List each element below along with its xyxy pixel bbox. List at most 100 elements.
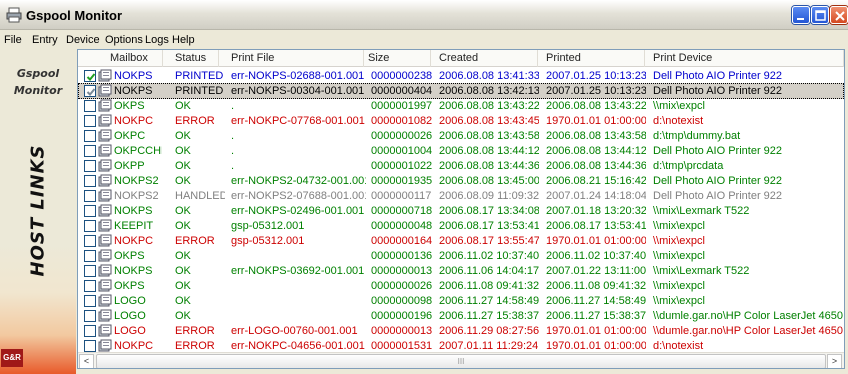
column-header-size[interactable]: Size — [364, 50, 431, 67]
row-checkbox[interactable] — [84, 160, 96, 172]
table-row[interactable]: OKPS OK. 0000001997 2006.08.08 13:43:22 2006… — [78, 98, 844, 114]
menu-entry[interactable]: Entry — [32, 34, 58, 46]
cell-size: 0000000718 — [371, 205, 433, 217]
cell-printed: 2006.08.21 15:16:42 — [546, 175, 646, 187]
brand-line-2: Monitor — [13, 84, 63, 97]
mailbox-icon — [98, 324, 112, 337]
cell-printed: 2006.08.08 13:44:36 — [546, 160, 646, 172]
column-header-created[interactable]: Created — [431, 50, 538, 67]
row-checkbox[interactable] — [84, 190, 96, 202]
cell-mailbox: NOKPS2 — [114, 175, 159, 187]
column-header-print-device[interactable]: Print Device — [645, 50, 844, 67]
row-checkbox[interactable] — [84, 250, 96, 262]
cell-printed: 2006.08.08 13:44:12 — [546, 145, 646, 157]
cell-mailbox: NOKPS2 — [114, 190, 159, 202]
row-checkbox[interactable] — [84, 265, 96, 277]
menu-logs[interactable]: Logs — [145, 34, 169, 46]
row-checkbox[interactable] — [84, 325, 96, 337]
row-checkbox[interactable] — [84, 130, 96, 142]
row-checkbox[interactable] — [84, 85, 96, 97]
cell-device: Dell Photo AIO Printer 922 — [653, 145, 783, 157]
table-row[interactable]: KEEPIT OK gsp-05312.001 0000000048 2006.08.1… — [78, 218, 844, 234]
menu-file[interactable]: File — [4, 34, 22, 46]
close-icon — [835, 11, 845, 21]
table-row[interactable]: OKPS OK 0000000136 2006.11.02 10:37:40 2006.… — [78, 248, 844, 264]
cell-device: Dell Photo AIO Printer 922 — [653, 190, 783, 202]
scroll-thumb[interactable]: III — [96, 354, 826, 368]
row-checkbox[interactable] — [84, 205, 96, 217]
minimize-button[interactable] — [792, 6, 810, 24]
mailbox-icon — [98, 174, 112, 187]
close-button[interactable] — [830, 6, 848, 24]
spool-list[interactable]: Mailbox Status Print File Size Created P… — [77, 49, 845, 369]
cell-file: gsp-05312.001 — [231, 235, 305, 247]
cell-file: err-NOKPS2-04732-001.001 — [231, 175, 366, 187]
cell-status: OK — [175, 205, 191, 217]
cell-mailbox: LOGO — [114, 325, 146, 337]
cell-size: 0000001004 — [371, 145, 433, 157]
checkmark-icon — [86, 73, 96, 81]
table-row[interactable]: OKPC OK. 0000000026 2006.08.08 13:43:58 2006… — [78, 128, 844, 144]
table-row[interactable]: LOGO ERROR err-LOGO-00760-001.001 000000001… — [78, 323, 844, 339]
row-checkbox[interactable] — [84, 295, 96, 307]
mailbox-icon — [98, 99, 112, 112]
scroll-left-button[interactable]: < — [79, 354, 94, 368]
table-row[interactable]: NOKPS OK err-NOKPS-03692-001.001 0000000013… — [78, 263, 844, 279]
cell-created: 2006.08.08 13:41:33 — [439, 70, 539, 82]
table-row[interactable]: OKPCCHK OK. 0000001004 2006.08.08 13:44:12 2… — [78, 143, 844, 159]
column-header-status[interactable]: Status — [163, 50, 219, 67]
table-row[interactable]: NOKPS PRINTED err-NOKPS-02688-001.001 00000… — [78, 68, 844, 84]
row-checkbox[interactable] — [84, 280, 96, 292]
table-row[interactable]: NOKPS2 OK err-NOKPS2-04732-001.001 00000019… — [78, 173, 844, 189]
menu-options[interactable]: Options — [105, 34, 143, 46]
row-checkbox[interactable] — [84, 100, 96, 112]
table-row[interactable]: NOKPC ERROR err-NOKPC-07768-001.001 0000001… — [78, 113, 844, 129]
cell-printed: 2006.11.08 09:41:32 — [546, 280, 646, 292]
menu-help[interactable]: Help — [172, 34, 195, 46]
printer-app-icon — [6, 7, 22, 23]
row-checkbox[interactable] — [84, 175, 96, 187]
cell-mailbox: NOKPS — [114, 265, 153, 277]
row-checkbox[interactable] — [84, 70, 96, 82]
column-header-mailbox[interactable]: Mailbox — [78, 50, 163, 67]
table-row[interactable]: NOKPS2 HANDLED err-NOKPS2-07688-001.001 000… — [78, 188, 844, 204]
row-checkbox[interactable] — [84, 220, 96, 232]
cell-file: . — [231, 145, 235, 157]
table-row[interactable]: NOKPC ERROR gsp-05312.001 0000000164 2006.08… — [78, 233, 844, 249]
mailbox-icon — [98, 204, 112, 217]
cell-device: Dell Photo AIO Printer 922 — [653, 70, 783, 82]
horizontal-scrollbar[interactable]: < III > — [78, 352, 844, 368]
title-bar[interactable]: Gspool Monitor — [0, 0, 848, 30]
mailbox-icon — [98, 84, 112, 97]
row-checkbox[interactable] — [84, 145, 96, 157]
mailbox-icon — [98, 234, 112, 247]
table-row[interactable]: OKPS OK 0000000026 2006.11.08 09:41:32 2006.… — [78, 278, 844, 294]
mailbox-icon — [98, 339, 112, 352]
table-row[interactable]: LOGO OK 0000000098 2006.11.27 14:58:49 2006.… — [78, 293, 844, 309]
table-row[interactable]: OKPP OK. 0000001022 2006.08.08 13:44:36 2006… — [78, 158, 844, 174]
maximize-icon — [815, 10, 826, 21]
row-checkbox[interactable] — [84, 310, 96, 322]
column-header-printed[interactable]: Printed — [538, 50, 645, 67]
row-checkbox[interactable] — [84, 115, 96, 127]
cell-size: 0000000026 — [371, 130, 433, 142]
table-row[interactable]: NOKPS PRINTED err-NOKPS-00304-001.001 00000… — [78, 83, 844, 99]
cell-status: OK — [175, 265, 191, 277]
scroll-right-button[interactable]: > — [827, 354, 842, 368]
cell-file — [231, 293, 366, 309]
cell-created: 2006.08.17 13:53:41 — [439, 220, 539, 232]
row-checkbox[interactable] — [84, 340, 96, 352]
maximize-button[interactable] — [811, 6, 829, 24]
column-header-print-file[interactable]: Print File — [219, 50, 364, 67]
cell-mailbox: NOKPC — [114, 235, 154, 247]
menu-device[interactable]: Device — [66, 34, 100, 46]
row-checkbox[interactable] — [84, 235, 96, 247]
cell-status: OK — [175, 310, 191, 322]
cell-size: 0000000164 — [371, 235, 433, 247]
cell-mailbox: OKPS — [114, 280, 145, 292]
table-row[interactable]: LOGO OK 0000000196 2006.11.27 15:38:37 2006.… — [78, 308, 844, 324]
table-row[interactable]: NOKPS OK err-NOKPS-02496-001.001 0000000718… — [78, 203, 844, 219]
cell-printed: 2006.11.27 14:58:49 — [546, 295, 646, 307]
cell-created: 2006.08.08 13:42:13 — [439, 85, 539, 97]
cell-printed: 2007.01.25 10:13:23 — [546, 85, 646, 97]
